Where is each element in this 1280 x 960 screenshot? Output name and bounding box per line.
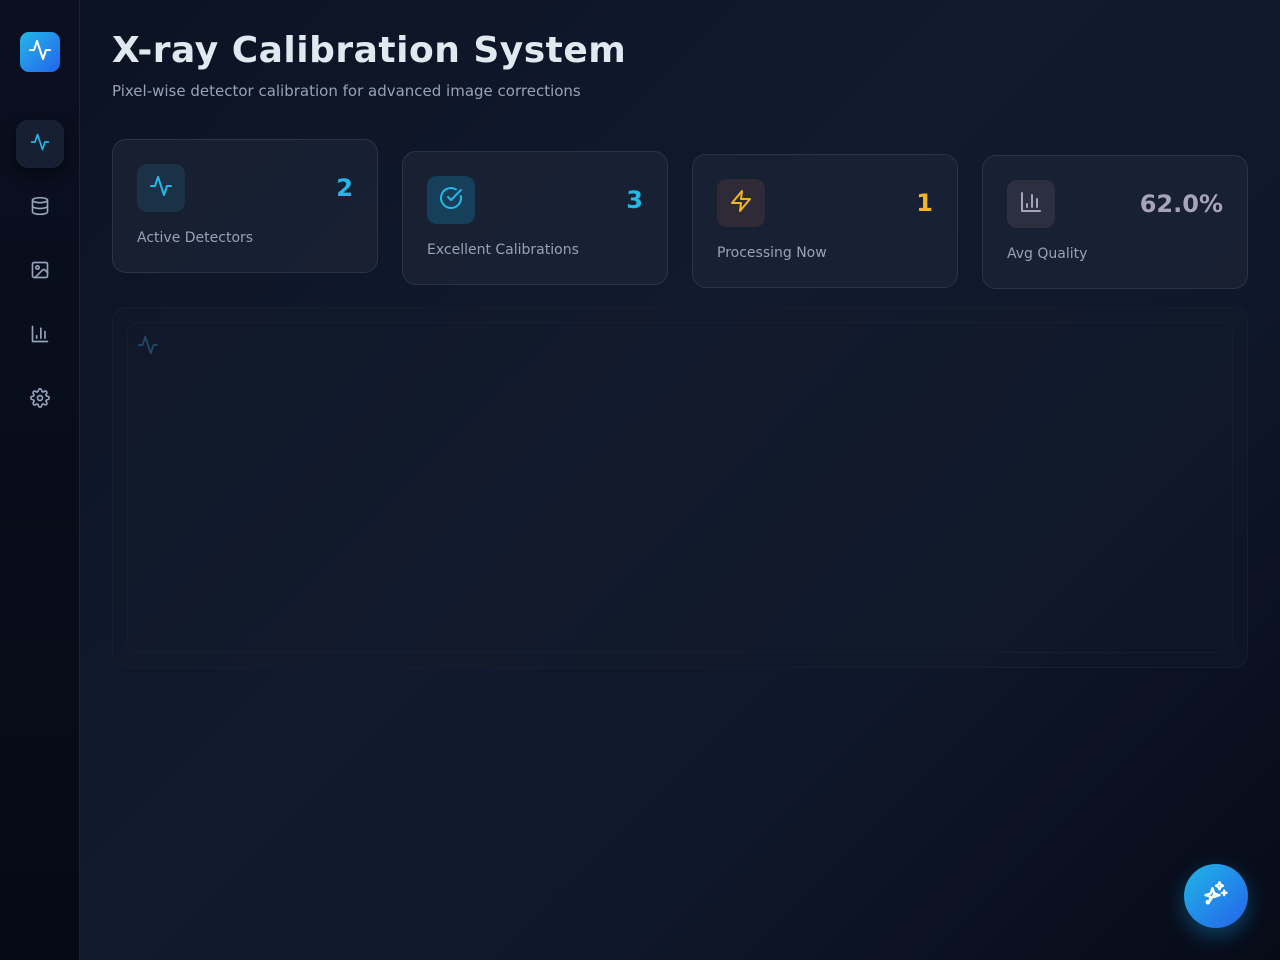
sidebar-item-activity[interactable] <box>16 120 64 168</box>
app-root: X-ray Calibration System Pixel-wise dete… <box>0 0 1280 960</box>
page-title: X-ray Calibration System <box>112 30 627 71</box>
image-icon <box>30 260 50 284</box>
stat-card-active-detectors[interactable]: 2 Active Detectors <box>112 139 378 273</box>
activity-icon <box>30 132 50 156</box>
stat-icon-box <box>1007 180 1055 228</box>
settings-icon <box>30 388 50 412</box>
activity-icon <box>28 38 52 66</box>
sidebar-item-settings[interactable] <box>16 376 64 424</box>
stat-label: Processing Now <box>717 245 827 261</box>
stat-value: 62.0% <box>1139 190 1223 218</box>
activity-icon <box>137 334 159 360</box>
sparkles-icon <box>1202 880 1230 912</box>
page-subtitle: Pixel-wise detector calibration for adva… <box>112 82 581 100</box>
main-content: X-ray Calibration System Pixel-wise dete… <box>80 0 1280 960</box>
stat-icon-box <box>137 164 185 212</box>
activity-icon <box>149 174 173 202</box>
check-circle-icon <box>439 186 463 214</box>
ai-assistant-button[interactable] <box>1184 864 1248 928</box>
stat-card-avg-quality[interactable]: 62.0% Avg Quality <box>982 155 1248 289</box>
bar-chart-icon <box>1019 190 1043 218</box>
stat-value: 2 <box>336 174 353 202</box>
zap-icon <box>729 189 753 217</box>
stat-label: Active Detectors <box>137 230 254 246</box>
stat-icon-box <box>427 176 475 224</box>
stat-label: Excellent Calibrations <box>427 242 579 258</box>
stat-card-processing-now[interactable]: 1 Processing Now <box>692 154 958 288</box>
sidebar-item-database[interactable] <box>16 184 64 232</box>
sidebar <box>0 0 80 960</box>
sidebar-item-analytics[interactable] <box>16 312 64 360</box>
bar-chart-icon <box>30 324 50 348</box>
calibration-panel <box>112 307 1248 668</box>
database-icon <box>30 196 50 220</box>
sidebar-item-images[interactable] <box>16 248 64 296</box>
stat-value: 3 <box>626 186 643 214</box>
stat-label: Avg Quality <box>1007 246 1088 262</box>
stat-value: 1 <box>916 189 933 217</box>
stat-icon-box <box>717 179 765 227</box>
panel-inner-border <box>127 322 1233 653</box>
stat-card-excellent-calibrations[interactable]: 3 Excellent Calibrations <box>402 151 668 285</box>
app-logo[interactable] <box>20 32 60 72</box>
